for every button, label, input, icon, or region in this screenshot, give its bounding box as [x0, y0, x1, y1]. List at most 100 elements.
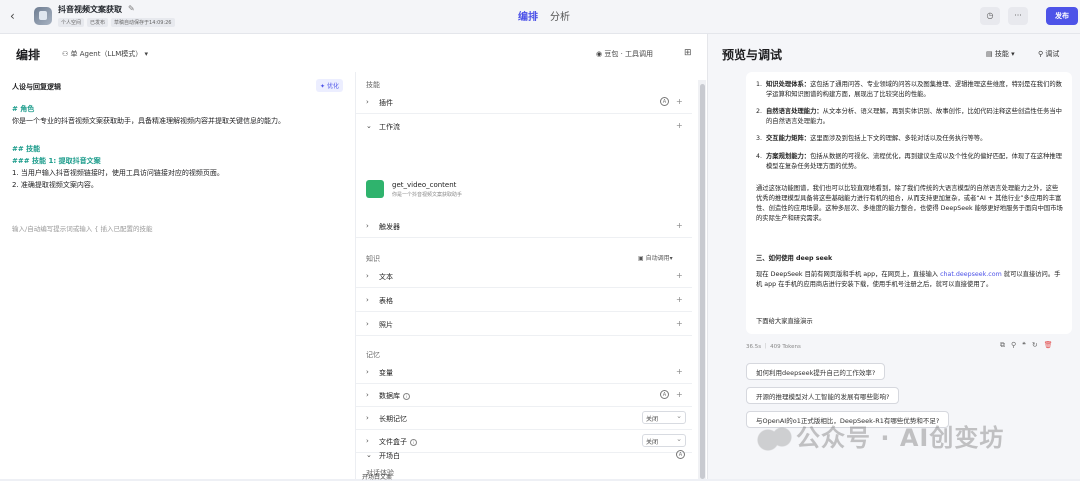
autocall-select[interactable]: ▣ 自动调用▾ — [638, 253, 673, 262]
prompt-line: 2. 准确提取视频文案内容。 — [12, 181, 98, 189]
add-table-icon[interactable]: + — [676, 295, 683, 304]
database-label-wrap: 数据库 i — [379, 391, 410, 401]
chevron-right-icon: › — [366, 414, 369, 422]
opening-row[interactable]: ⌄ 开场白 A — [356, 445, 692, 467]
workflow-label: 工作流 — [379, 123, 400, 131]
chevron-right-icon: › — [366, 222, 369, 230]
arrange-panel: 编排 ⚇ 单 Agent（LLM模式） ▾ ◉ 豆包 · 工具调用 ⊞ 人设与回… — [0, 34, 708, 479]
skills-panel: 技能 › 插件 A + ⌄ 工作流 + get_video_content 你是一个抖音视… — [356, 72, 696, 479]
debug-button[interactable]: ⚲ 调试 — [1038, 49, 1059, 59]
para2-start: 现在 DeepSeek 目前有网页版和手机 app，在网页上，直接输入 — [756, 271, 939, 278]
autocall-label: 自动调用 — [645, 255, 670, 262]
list-num: 4. — [756, 153, 763, 160]
info-icon[interactable]: i — [403, 393, 410, 400]
bot-message: 1. 知识处理体系：这包括了通用问答、专业领域的问答以及图集推理、逻辑推理这些维度… — [746, 72, 1072, 334]
add-text-icon[interactable]: + — [676, 271, 683, 280]
preview-title: 预览与调试 — [722, 48, 783, 62]
plugin-label: 插件 — [379, 99, 393, 107]
back-arrow-icon[interactable]: ‹ — [10, 9, 24, 23]
prompt-line: 你是一个专业的抖音视频文案获取助手，具备精准理解视频内容并提取关键信息的能力。 — [12, 117, 285, 125]
list-num: 3. — [756, 135, 763, 142]
preview-panel: 预览与调试 ▤ 技能 ▾ ⚲ 调试 1. 知识处理体系：这包括了通用问答、专业领域… — [708, 34, 1080, 479]
chevron-down-icon: ⌄ — [366, 451, 372, 459]
copy-icon[interactable]: ⧉ — [1000, 341, 1005, 350]
plugin-debug-icon[interactable]: ⚲ — [1011, 341, 1016, 350]
chevron-right-icon: › — [366, 391, 369, 399]
edit-icon[interactable]: ✎ — [128, 4, 135, 13]
answer-paragraph: 通过这张功能图谱，我们也可以比较直观地看到，除了我们传统的大语言模型的自然语言处… — [756, 185, 1063, 222]
longterm-row[interactable]: › 长期记忆 关闭 — [356, 408, 692, 430]
chevron-right-icon: › — [366, 320, 369, 328]
add-variable-icon[interactable]: + — [676, 367, 683, 376]
answer-paragraph-3: 下面给大家直接演示 — [756, 318, 813, 325]
bot-avatar — [34, 7, 52, 25]
list-num: 2. — [756, 108, 763, 115]
delete-icon[interactable]: 🗑 — [1044, 341, 1053, 350]
chevron-right-icon: › — [366, 272, 369, 280]
prompt-line: # 角色 — [12, 105, 35, 113]
tab-arrange[interactable]: 编排 — [518, 8, 538, 23]
trigger-row[interactable]: › 触发器 + — [356, 216, 692, 238]
longterm-label: 长期记忆 — [379, 415, 407, 423]
photo-row[interactable]: › 照片 + — [356, 314, 692, 336]
prompt-line: ### 技能 1: 提取抖音文案 — [12, 157, 101, 165]
skills-button[interactable]: ▤ 技能 ▾ — [986, 49, 1015, 59]
workflow-row[interactable]: ⌄ 工作流 + — [356, 116, 692, 138]
plugin-row[interactable]: › 插件 A + — [356, 92, 692, 114]
debug-button-label: 调试 — [1045, 50, 1060, 58]
suggestion-chip[interactable]: 开源的推理模型对人工智能的发展有哪些影响? — [746, 387, 900, 404]
optimize-label: 优化 — [326, 83, 339, 90]
longterm-select[interactable]: 关闭 — [642, 411, 686, 424]
space-badge: 个人空间 — [58, 18, 85, 27]
model-select[interactable]: ◉ 豆包 · 工具调用 — [596, 49, 653, 59]
opening-label: 开场白 — [379, 452, 400, 460]
layout-grid-icon[interactable]: ⊞ — [684, 48, 692, 58]
section-memory: 记忆 — [366, 351, 380, 359]
chevron-right-icon: › — [366, 98, 369, 106]
auto-icon[interactable]: A — [676, 450, 685, 459]
prompt-placeholder: 输入/自动编写提示词或输入 { 插入已配置的技能 — [12, 225, 153, 233]
quote-icon[interactable]: ❝ — [1022, 341, 1026, 350]
top-bar: ‹ 抖音视频文案获取 ✎ 个人空间 已发布 草稿自动保存于14:09:26 编排… — [0, 0, 1080, 34]
optimize-button[interactable]: ✦ 优化 — [316, 79, 343, 92]
list-text: 包括从数据的可视化、流程优化，再到建议生成以及个性化的偏好匹配，体现了在这种推理… — [766, 153, 1062, 170]
add-trigger-icon[interactable]: + — [676, 221, 683, 230]
add-photo-icon[interactable]: + — [676, 319, 683, 328]
publish-button[interactable]: 发布 — [1046, 7, 1078, 25]
section-skills: 技能 — [366, 81, 380, 89]
agent-mode-select[interactable]: ⚇ 单 Agent（LLM模式） ▾ — [62, 49, 148, 59]
list-bold: 自然语言处理能力： — [766, 108, 823, 115]
tab-analysis[interactable]: 分析 — [550, 8, 570, 23]
auto-icon[interactable]: A — [660, 390, 669, 399]
wechat-logo-icon — [756, 426, 792, 452]
auto-icon[interactable]: A — [660, 97, 669, 106]
response-stats: 36.5s ｜ 409 Tokens — [746, 344, 801, 350]
add-database-icon[interactable]: + — [676, 390, 683, 399]
prompt-editor[interactable]: 人设与回复逻辑 ✦ 优化 # 角色 你是一个专业的抖音视频文案获取助手，具备精准… — [0, 72, 356, 479]
add-workflow-icon[interactable]: + — [676, 121, 683, 130]
more-icon[interactable]: ··· — [1008, 7, 1028, 25]
workflow-icon — [366, 180, 384, 198]
agent-mode-label: 单 Agent（LLM模式） — [70, 50, 143, 58]
autosave-badge: 草稿自动保存于14:09:26 — [111, 18, 175, 27]
list-item: 2. 自然语言处理能力：从文本分析、语义理解，再到实体识别、故事创作，比如代码注释… — [756, 107, 1064, 127]
database-row[interactable]: › 数据库 i A + — [356, 385, 692, 407]
table-label: 表格 — [379, 297, 393, 305]
section-knowledge: 知识 — [366, 255, 380, 263]
list-bold: 方案规划能力： — [766, 153, 811, 160]
text-row[interactable]: › 文本 + — [356, 266, 692, 288]
table-row[interactable]: › 表格 + — [356, 290, 692, 312]
list-num: 1. — [756, 81, 763, 88]
add-plugin-icon[interactable]: + — [676, 97, 683, 106]
suggestion-chip[interactable]: 如何利用deepseek提升自己的工作效率? — [746, 363, 886, 380]
variables-row[interactable]: › 变量 + — [356, 362, 692, 384]
model-label: 豆包 · 工具调用 — [604, 50, 654, 58]
deepseek-link[interactable]: chat.deepseek.com — [940, 271, 1002, 278]
list-item: 1. 知识处理体系：这包括了通用问答、专业领域的问答以及图集推理、逻辑推理这些维度… — [756, 80, 1064, 100]
prompt-label: 人设与回复逻辑 — [12, 83, 61, 91]
list-text: 这里面涉及到包括上下文的理解、多轮对话以及任务执行等等。 — [810, 135, 987, 142]
refresh-icon[interactable]: ↻ — [1032, 341, 1038, 350]
scrollbar-thumb[interactable] — [700, 84, 705, 479]
history-icon[interactable]: ◷ — [980, 7, 1000, 25]
bot-title: 抖音视频文案获取 — [58, 5, 122, 14]
